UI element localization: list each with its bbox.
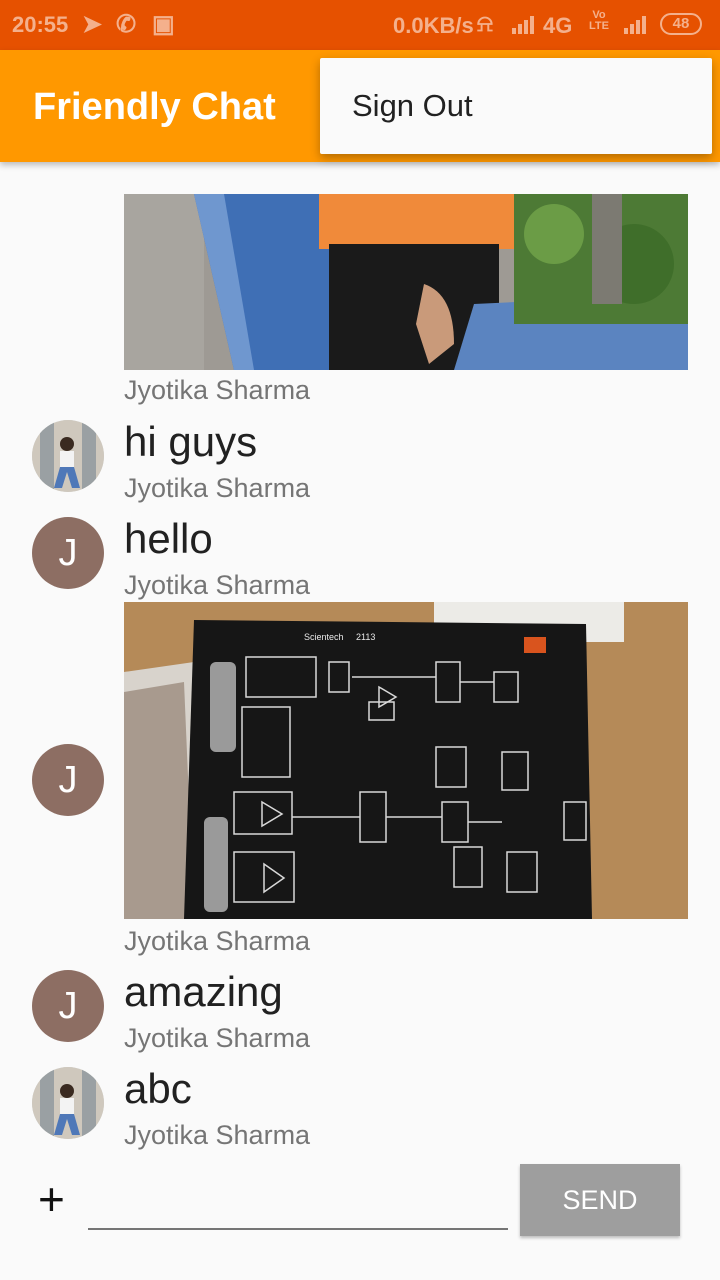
svg-text:Scientech: Scientech: [304, 632, 344, 642]
network-speed: 0.0KB/s: [393, 13, 474, 38]
signal-icon-2: [624, 14, 650, 34]
status-bar: 20:55 ➤ ✆ ▣ 0.0KB/s ⍾ 4G Vo LTE 48: [0, 0, 720, 50]
message-input[interactable]: [88, 1180, 508, 1230]
sender-name: Jyotika Sharma: [124, 375, 311, 405]
sender-name: Jyotika Sharma: [124, 1120, 311, 1150]
sender-name: Jyotika Sharma: [124, 926, 311, 956]
avatar: [32, 1067, 104, 1139]
sender-name: Jyotika Sharma: [124, 570, 311, 600]
battery-icon: 48: [660, 13, 702, 35]
message-text: hello: [124, 515, 213, 562]
message-photo[interactable]: [124, 194, 688, 370]
message-text: hi guys: [124, 418, 258, 465]
avatar: J: [32, 517, 104, 589]
mute-icon: ⍾: [477, 10, 493, 37]
message-text: abc: [124, 1065, 192, 1112]
sender-name: Jyotika Sharma: [124, 473, 311, 503]
overflow-menu: Sign Out: [320, 58, 712, 154]
message-text: amazing: [124, 968, 283, 1015]
whatsapp-icon: ✆: [116, 11, 137, 38]
signal-icon: [512, 14, 538, 34]
telegram-icon: ➤: [82, 11, 103, 38]
avatar: [32, 420, 104, 492]
message-icon: ▣: [152, 11, 175, 38]
svg-text:2113: 2113: [356, 632, 375, 642]
sign-out-menu-item[interactable]: Sign Out: [352, 88, 473, 124]
volte-icon: Vo LTE: [589, 9, 609, 32]
message-photo[interactable]: Scientech 2113: [124, 602, 688, 919]
sender-name: Jyotika Sharma: [124, 1023, 311, 1053]
send-button[interactable]: SEND: [520, 1164, 680, 1236]
network-type: 4G: [543, 13, 573, 38]
add-image-button[interactable]: +: [38, 1176, 65, 1222]
avatar: J: [32, 970, 104, 1042]
status-time: 20:55: [12, 12, 69, 37]
app-title: Friendly Chat: [33, 86, 276, 128]
avatar: J: [32, 744, 104, 816]
